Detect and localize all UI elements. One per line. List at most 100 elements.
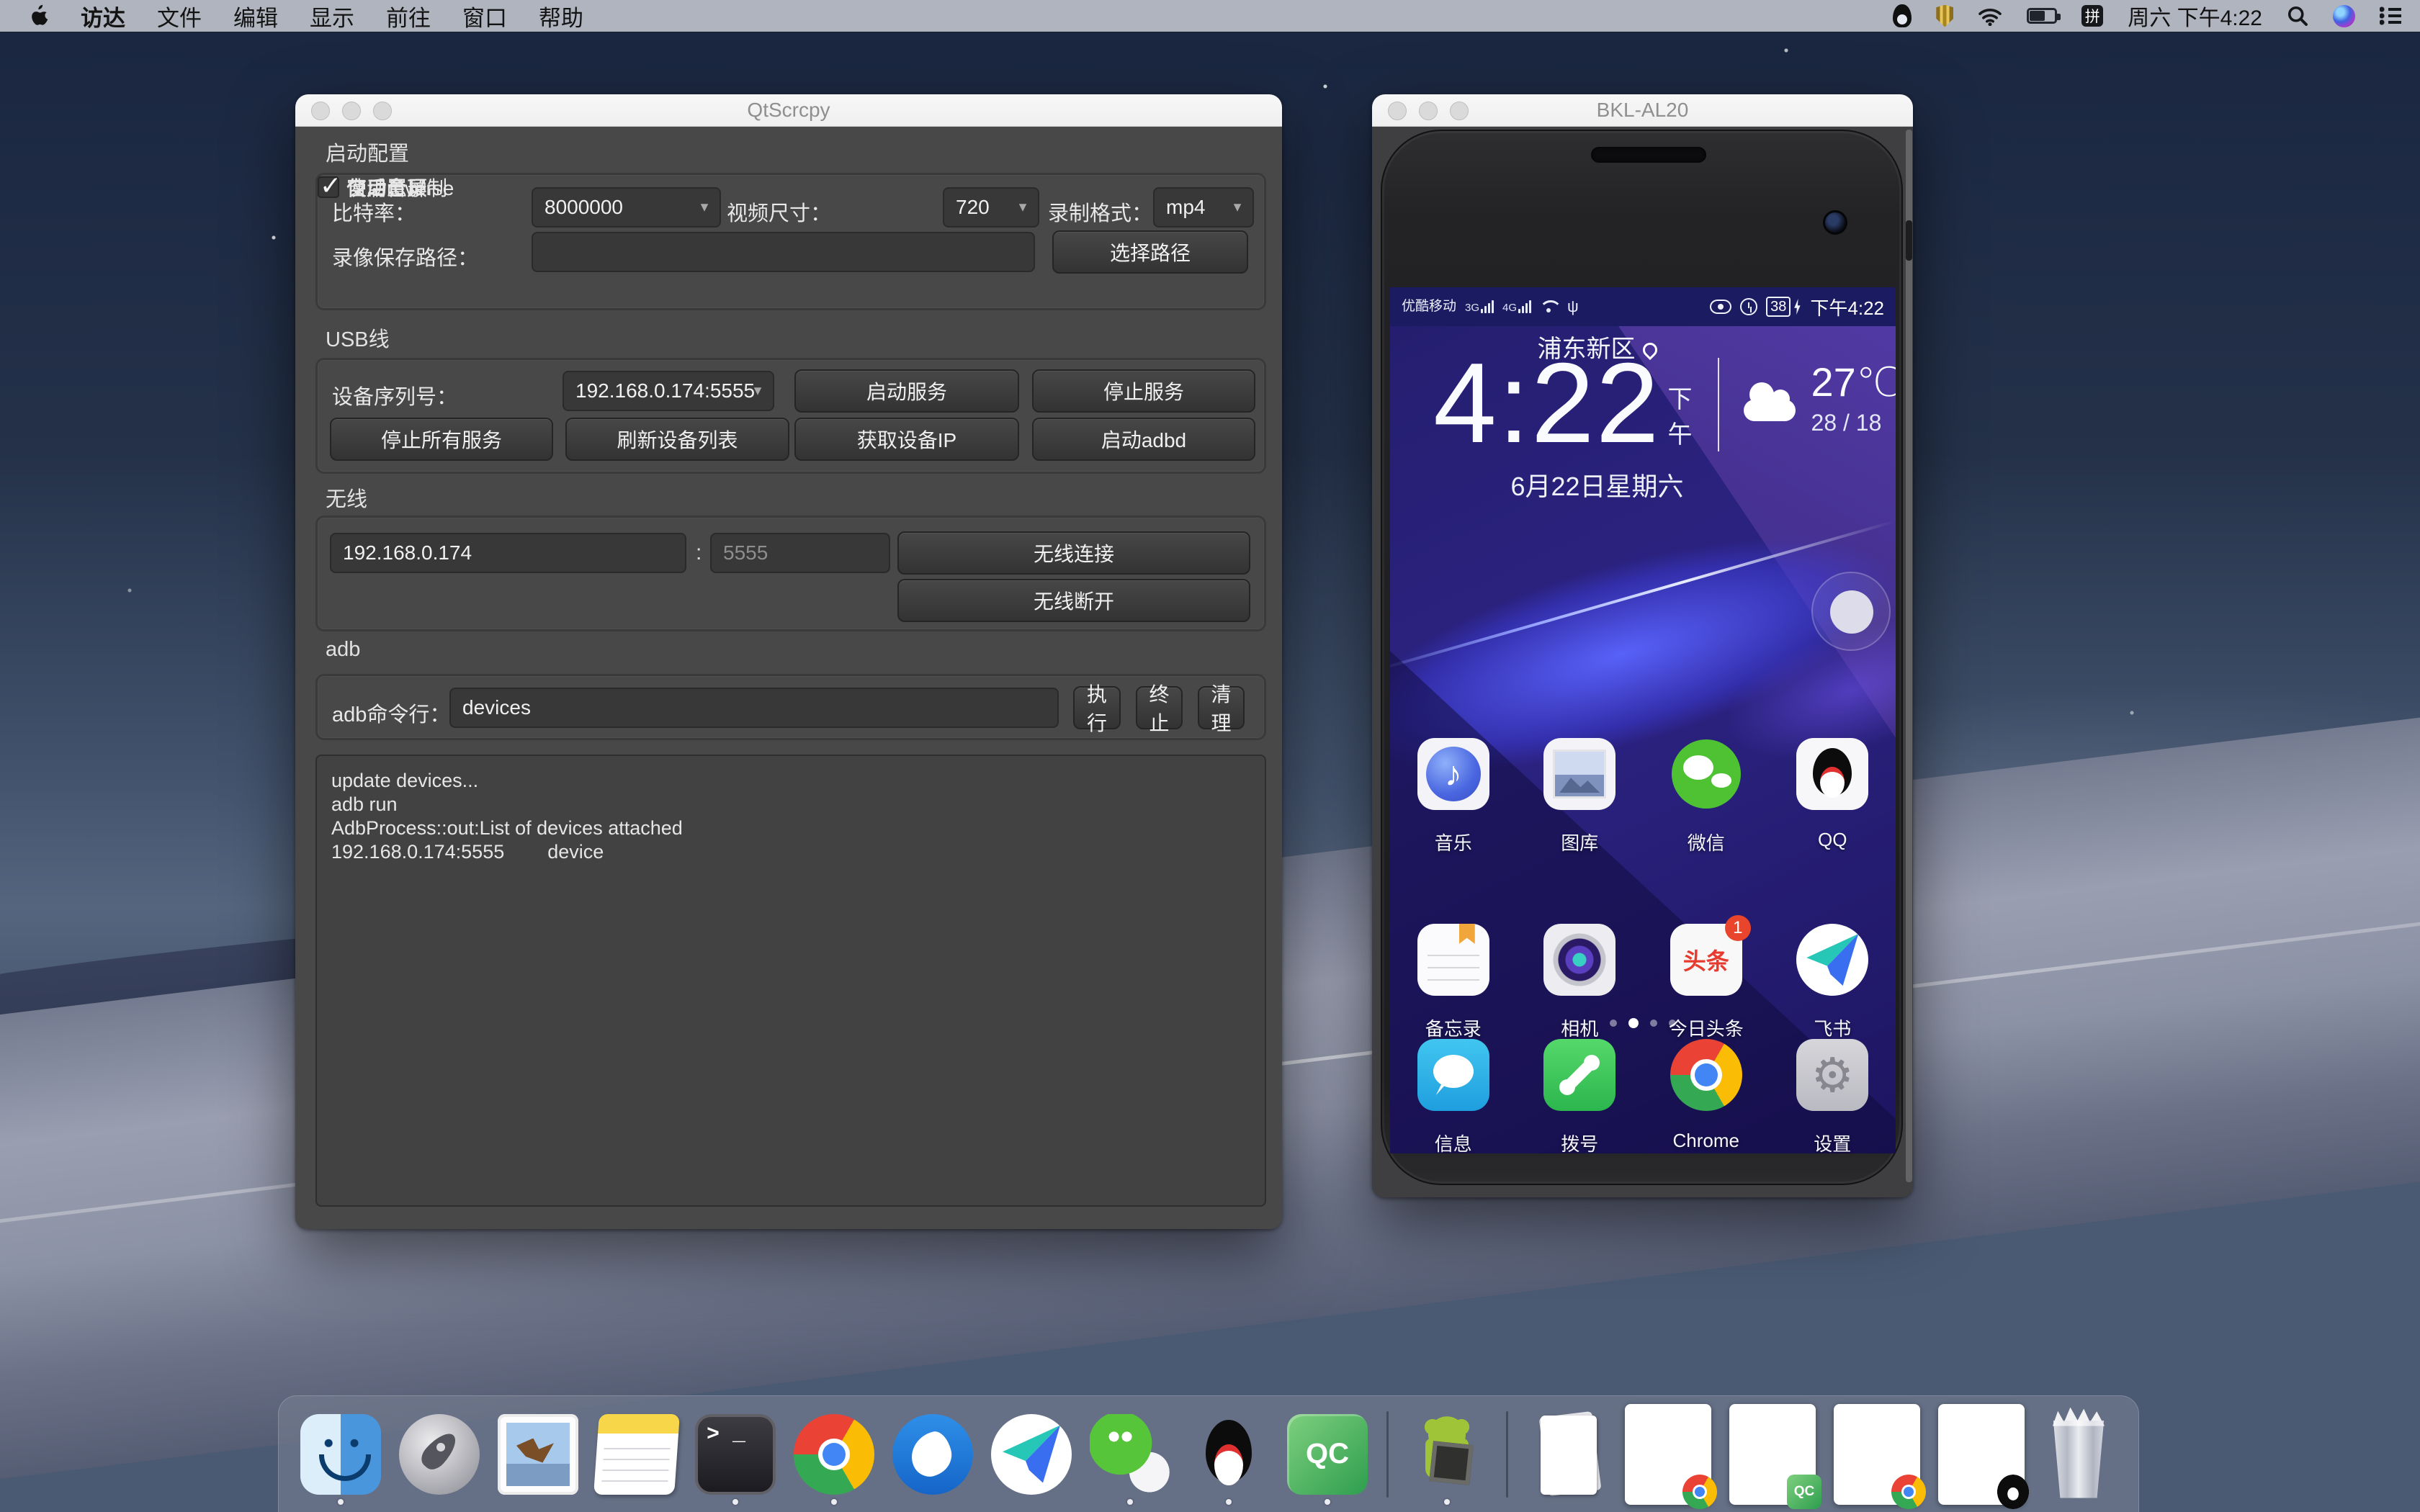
zoom-button[interactable]: [373, 102, 392, 120]
choose-path-button[interactable]: 选择路径: [1052, 230, 1248, 274]
adb-clear-button[interactable]: 清理: [1198, 686, 1245, 729]
dock-app-icon[interactable]: [498, 1414, 578, 1495]
dock-item[interactable]: [596, 1414, 677, 1495]
dock-app-icon[interactable]: [1625, 1404, 1711, 1505]
dock-item[interactable]: [1625, 1404, 1711, 1505]
app-icon[interactable]: [1543, 738, 1615, 810]
dock-app-icon[interactable]: [1526, 1414, 1607, 1495]
app-icon[interactable]: [1796, 924, 1868, 996]
wireless-ip-input[interactable]: [330, 533, 686, 573]
dock-app-icon[interactable]: [1834, 1404, 1920, 1505]
adb-command-input[interactable]: [449, 688, 1059, 728]
dock-item[interactable]: [498, 1414, 578, 1495]
dock-item[interactable]: [794, 1414, 874, 1495]
scrollbar-thumb[interactable]: [1906, 220, 1912, 261]
dock-app-icon[interactable]: [695, 1414, 776, 1495]
record-path-input[interactable]: [532, 232, 1035, 272]
dock-item[interactable]: [1090, 1414, 1170, 1495]
input-method-icon[interactable]: 拼: [2081, 5, 2103, 27]
siri-icon[interactable]: [2333, 5, 2355, 27]
dock-app-item[interactable]: 信息: [1403, 1039, 1504, 1153]
checkbox[interactable]: 使用reverse: [318, 175, 454, 199]
menu-clock[interactable]: 周六 下午4:22: [2128, 0, 2262, 32]
app-icon-item[interactable]: 图库: [1529, 738, 1630, 855]
dock-app-icon[interactable]: [300, 1414, 381, 1495]
dock-item[interactable]: [1834, 1404, 1920, 1505]
menu-item[interactable]: 帮助: [539, 0, 583, 32]
phone-screen[interactable]: 优酷移动 3G 4G ψ: [1390, 287, 1896, 1153]
dock-app-icon[interactable]: [1188, 1414, 1269, 1495]
spotlight-search-icon[interactable]: [2287, 5, 2308, 27]
dock-app-icon[interactable]: [1407, 1414, 1487, 1495]
battery-icon[interactable]: [2027, 8, 2057, 24]
app-icon[interactable]: [1796, 1039, 1868, 1111]
dock-app-icon[interactable]: QC: [1287, 1414, 1368, 1495]
dock-app-icon[interactable]: [892, 1414, 973, 1495]
wireless-port-input[interactable]: [710, 533, 890, 573]
app-icon[interactable]: [1417, 924, 1489, 996]
app-icon[interactable]: [1670, 738, 1742, 810]
shield-tray-icon[interactable]: [1936, 5, 1953, 27]
minimize-button[interactable]: [342, 102, 361, 120]
device-serial-select[interactable]: 192.168.0.174:5555: [563, 371, 774, 411]
zoom-button[interactable]: [1450, 102, 1469, 120]
app-icon-item[interactable]: 音乐: [1403, 738, 1504, 855]
menu-item[interactable]: 前往: [386, 0, 431, 32]
dock-item[interactable]: [1188, 1414, 1269, 1495]
bitrate-select[interactable]: 8000000: [532, 187, 721, 228]
wireless-disconnect-button[interactable]: 无线断开: [897, 579, 1250, 622]
notification-center-icon[interactable]: [2380, 6, 2401, 25]
stop-all-services-button[interactable]: 停止所有服务: [330, 418, 553, 461]
dock-item[interactable]: [2043, 1410, 2115, 1498]
dock-item[interactable]: [1938, 1404, 2025, 1505]
apple-menu-icon[interactable]: [30, 4, 49, 27]
dock-item[interactable]: [1505, 1411, 1508, 1498]
app-icon[interactable]: [1417, 1039, 1489, 1111]
close-button[interactable]: [311, 102, 330, 120]
app-icon[interactable]: [1670, 1039, 1742, 1111]
adb-execute-button[interactable]: 执行: [1073, 686, 1121, 729]
dock-item[interactable]: [1386, 1411, 1389, 1498]
record-format-select[interactable]: mp4: [1153, 187, 1254, 228]
dock-item[interactable]: [1407, 1414, 1487, 1495]
menu-item[interactable]: 窗口: [462, 0, 507, 32]
dock-item[interactable]: [695, 1414, 776, 1495]
start-service-button[interactable]: 启动服务: [794, 369, 1019, 413]
stop-service-button[interactable]: 停止服务: [1032, 369, 1255, 413]
dock-app-icon[interactable]: [991, 1414, 1072, 1495]
app-icon-item[interactable]: QQ: [1782, 738, 1883, 855]
dock-item[interactable]: [399, 1414, 480, 1495]
get-device-ip-button[interactable]: 获取设备IP: [794, 418, 1019, 461]
app-icon[interactable]: [1543, 1039, 1615, 1111]
app-icon[interactable]: [1417, 738, 1489, 810]
dock-app-icon[interactable]: [399, 1414, 480, 1495]
dock-app-icon[interactable]: [2043, 1410, 2115, 1498]
clock-widget[interactable]: 4:22 下午 27℃ 28 / 18: [1433, 349, 1896, 457]
qtscrcpy-titlebar[interactable]: QtScrcpy: [295, 94, 1282, 127]
app-icon[interactable]: [1796, 738, 1868, 810]
close-button[interactable]: [1388, 102, 1407, 120]
dock-item[interactable]: [300, 1414, 381, 1495]
dock-app-icon[interactable]: [1386, 1411, 1389, 1498]
dock-item[interactable]: QC: [1729, 1404, 1816, 1505]
phone-titlebar[interactable]: BKL-AL20: [1372, 94, 1913, 127]
dock-app-icon[interactable]: [1506, 1411, 1508, 1498]
wifi-icon[interactable]: [1978, 6, 2002, 26]
app-icon-item[interactable]: 微信: [1656, 738, 1757, 855]
adb-terminate-button[interactable]: 终止: [1136, 686, 1183, 729]
menu-item[interactable]: 访达: [81, 0, 125, 32]
dock-app-icon[interactable]: [593, 1414, 680, 1495]
dock-app-icon[interactable]: [1938, 1404, 2025, 1505]
dock-item[interactable]: [991, 1414, 1072, 1495]
qq-tray-icon[interactable]: [1893, 4, 1912, 27]
floating-nav-ball[interactable]: [1811, 572, 1891, 651]
dock-app-icon[interactable]: [794, 1414, 874, 1495]
dock-app-item[interactable]: 拨号: [1529, 1039, 1630, 1153]
start-adbd-button[interactable]: 启动adbd: [1032, 418, 1255, 461]
wireless-connect-button[interactable]: 无线连接: [897, 531, 1250, 575]
dock-app-item[interactable]: 设置: [1782, 1039, 1883, 1153]
menu-item[interactable]: 显示: [310, 0, 354, 32]
dock-app-icon[interactable]: QC: [1729, 1404, 1816, 1505]
dock-item[interactable]: QC: [1287, 1414, 1368, 1495]
dock-item[interactable]: [1526, 1414, 1607, 1495]
